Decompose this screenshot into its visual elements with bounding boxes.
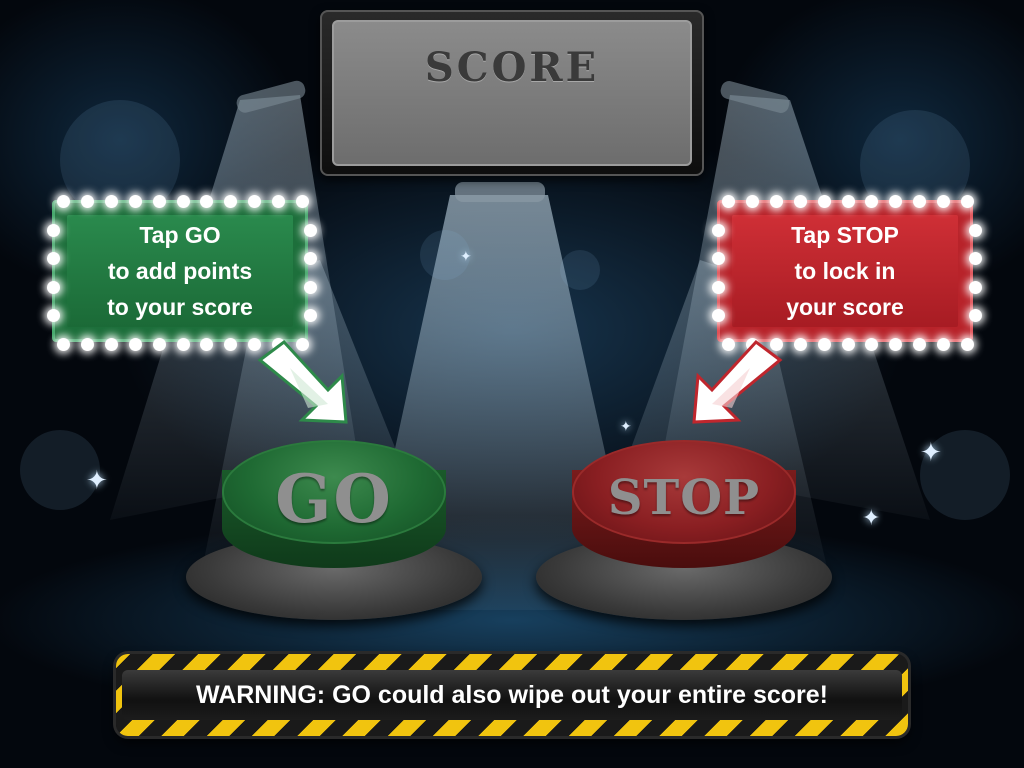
marquee-bulb [304,280,317,294]
marquee-bulb [176,195,190,208]
marquee-bulb [937,338,951,351]
marquee-bulb [769,195,783,208]
stop-instruction-line: to lock in [794,258,896,284]
marquee-bulb [913,195,927,208]
go-instruction-line: to add points [107,258,253,284]
marquee-bulb [296,195,309,208]
go-instruction-line: to your score [107,294,253,320]
marquee-bulb [104,195,118,208]
marquee-bulb [865,338,879,351]
marquee-bulb [969,280,982,294]
marquee-bulb [712,223,725,237]
game-stage: ✦ ✦ ✦ ✦ ✦ SCORE Tap GO to add points to … [0,0,1024,768]
marquee-bulb [969,309,982,323]
marquee-bulb [745,195,759,208]
marquee-bulb [889,195,903,208]
stop-arrow-icon [692,339,783,424]
warning-banner: WARNING: GO could also wipe out your ent… [116,654,908,736]
marquee-bulb [712,309,725,323]
marquee-bulb [937,195,951,208]
marquee-bulb [224,338,238,351]
stop-button-cap: STOP [572,440,796,544]
marquee-bulb [128,338,142,351]
go-button-label: GO [275,460,393,538]
marquee-bulb [793,195,807,208]
marquee-bulb [80,338,94,351]
sparkle-icon: ✦ [862,506,881,531]
marquee-bulb [200,195,214,208]
marquee-bulb [913,338,927,351]
marquee-bulb [969,223,982,237]
marquee-bulb [889,338,903,351]
marquee-bulb [712,280,725,294]
marquee-bulb [793,338,807,351]
stop-instruction-line: Tap STOP [791,222,899,248]
go-arrow-icon [257,339,348,424]
marquee-bulb [712,252,725,266]
go-instruction-sign: Tap GO to add points to your score [47,195,317,351]
sparkle-icon: ✦ [86,466,108,496]
marquee-bulb [152,338,166,351]
marquee-bulb [47,309,60,323]
stop-button-label: STOP [607,470,761,526]
go-instruction-line: Tap GO [139,222,221,248]
marquee-bulb [722,195,735,208]
score-display: SCORE [332,20,692,166]
marquee-bulb [841,338,855,351]
marquee-bulb [47,223,60,237]
marquee-bulb [817,338,831,351]
marquee-bulb [961,195,974,208]
marquee-bulb [152,195,166,208]
marquee-bulb [272,195,286,208]
sparkle-icon: ✦ [460,249,472,265]
sparkle-icon: ✦ [620,419,632,435]
marquee-bulb [47,280,60,294]
marquee-bulb [304,309,317,323]
marquee-bulb [57,338,70,351]
marquee-bulb [841,195,855,208]
score-title: SCORE [424,44,600,91]
marquee-bulb [57,195,70,208]
stop-instruction-text: Tap STOP to lock in your score [732,215,958,327]
marquee-bulb [304,252,317,266]
marquee-bulb [200,338,214,351]
warning-text: WARNING: GO could also wipe out your ent… [122,670,902,720]
go-button-cap: GO [222,440,446,544]
go-instruction-text: Tap GO to add points to your score [67,215,293,327]
marquee-bulb [224,195,238,208]
marquee-bulb [47,252,60,266]
marquee-bulb [865,195,879,208]
marquee-bulb [128,195,142,208]
marquee-bulb [969,252,982,266]
marquee-bulb [817,195,831,208]
marquee-bulb [961,338,974,351]
sparkle-icon: ✦ [920,438,942,468]
go-button[interactable]: GO [186,440,482,620]
stop-button[interactable]: STOP [536,440,832,620]
marquee-bulb [176,338,190,351]
marquee-bulb [104,338,118,351]
score-panel: SCORE [320,10,704,176]
stop-instruction-sign: Tap STOP to lock in your score [712,195,982,351]
marquee-bulb [80,195,94,208]
marquee-bulb [304,223,317,237]
stop-instruction-line: your score [786,294,904,320]
marquee-bulb [248,195,262,208]
